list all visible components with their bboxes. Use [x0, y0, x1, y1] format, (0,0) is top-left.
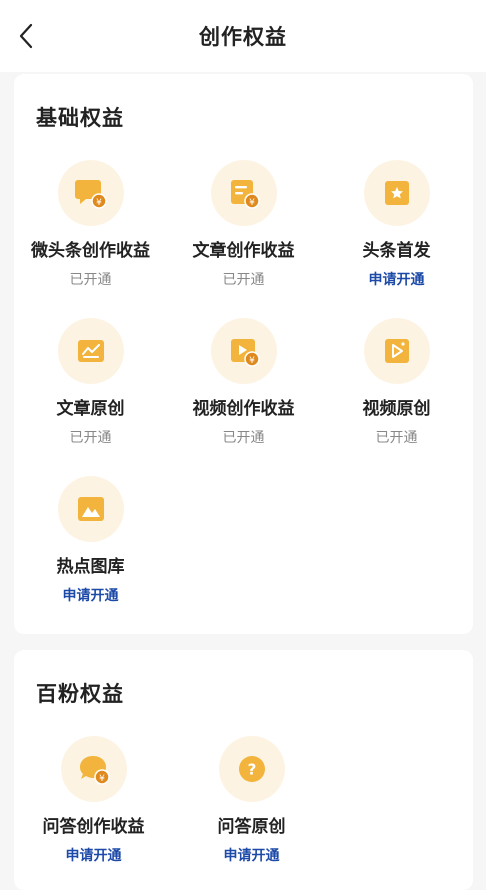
apply-link[interactable]: 申请开通	[63, 585, 119, 605]
svg-text:?: ?	[247, 761, 256, 779]
video-original-icon	[384, 339, 409, 363]
item-name: 微头条创作收益	[31, 241, 150, 261]
section-title: 百粉权益	[36, 682, 124, 706]
image-gallery-icon	[77, 497, 104, 521]
header-bar: 创作权益	[0, 0, 486, 72]
right-item-article-original[interactable]: 文章原创 已开通	[14, 318, 167, 447]
item-icon-bg: ¥	[57, 160, 124, 226]
apply-link[interactable]: 申请开通	[66, 845, 122, 865]
svg-text:¥: ¥	[249, 356, 255, 366]
page-title: 创作权益	[199, 25, 287, 49]
apply-link[interactable]: 申请开通	[369, 269, 425, 289]
svg-text:¥: ¥	[249, 198, 255, 208]
item-name: 视频原创	[362, 399, 431, 419]
right-item-weitoutiao-income[interactable]: ¥ 微头条创作收益 已开通	[14, 160, 167, 289]
star-badge-icon	[384, 181, 409, 205]
svg-text:¥: ¥	[99, 774, 105, 784]
right-item-video-income[interactable]: ¥ 视频创作收益 已开通	[167, 318, 320, 447]
item-name: 文章原创	[56, 399, 125, 419]
video-yuan-icon: ¥	[230, 339, 260, 367]
item-name: 热点图库	[56, 557, 125, 577]
chart-screen-icon	[77, 340, 104, 362]
item-name: 文章创作收益	[192, 241, 295, 261]
item-icon-bg	[57, 476, 124, 542]
item-status: 已开通	[69, 430, 112, 446]
item-icon-bg	[363, 318, 430, 384]
right-item-toutiao-first-release[interactable]: 头条首发 申请开通	[320, 160, 473, 289]
question-circle-icon: ?	[238, 756, 265, 782]
article-yuan-icon: ¥	[230, 180, 260, 209]
apply-link[interactable]: 申请开通	[224, 845, 280, 865]
back-button[interactable]	[12, 22, 40, 50]
item-icon-bg: ¥	[210, 318, 277, 384]
item-icon-bg	[363, 160, 430, 226]
right-item-hot-gallery[interactable]: 热点图库 申请开通	[14, 476, 167, 605]
item-icon-bg: ¥	[210, 160, 277, 226]
section-title: 基础权益	[36, 106, 124, 130]
right-item-qa-income[interactable]: ¥ 问答创作收益 申请开通	[17, 736, 170, 865]
right-item-article-income[interactable]: ¥ 文章创作收益 已开通	[167, 160, 320, 289]
item-icon-bg: ?	[218, 736, 285, 802]
right-item-video-original[interactable]: 视频原创 已开通	[320, 318, 473, 447]
item-icon-bg	[57, 318, 124, 384]
chevron-left-icon	[19, 23, 33, 49]
chat-bubble-yuan-icon: ¥	[74, 180, 107, 209]
item-status: 已开通	[69, 272, 112, 288]
qa-bubble-yuan-icon: ¥	[79, 756, 110, 785]
right-item-qa-original[interactable]: ? 问答原创 申请开通	[175, 736, 328, 865]
item-name: 问答原创	[217, 817, 286, 837]
item-icon-bg: ¥	[60, 736, 127, 802]
item-status: 已开通	[222, 430, 265, 446]
svg-text:¥: ¥	[96, 198, 102, 208]
basic-rights-card: 基础权益 ¥ 微头条创作收益 已开通 ¥ 文章创作收益 已开通 头条首发 申请开…	[14, 74, 473, 634]
item-name: 视频创作收益	[192, 399, 295, 419]
item-name: 头条首发	[362, 241, 431, 261]
item-status: 已开通	[222, 272, 265, 288]
item-name: 问答创作收益	[42, 817, 145, 837]
item-status: 已开通	[375, 430, 418, 446]
fans-rights-card: 百粉权益 ¥ 问答创作收益 申请开通 ? 问答原创 申请开通	[14, 650, 473, 890]
